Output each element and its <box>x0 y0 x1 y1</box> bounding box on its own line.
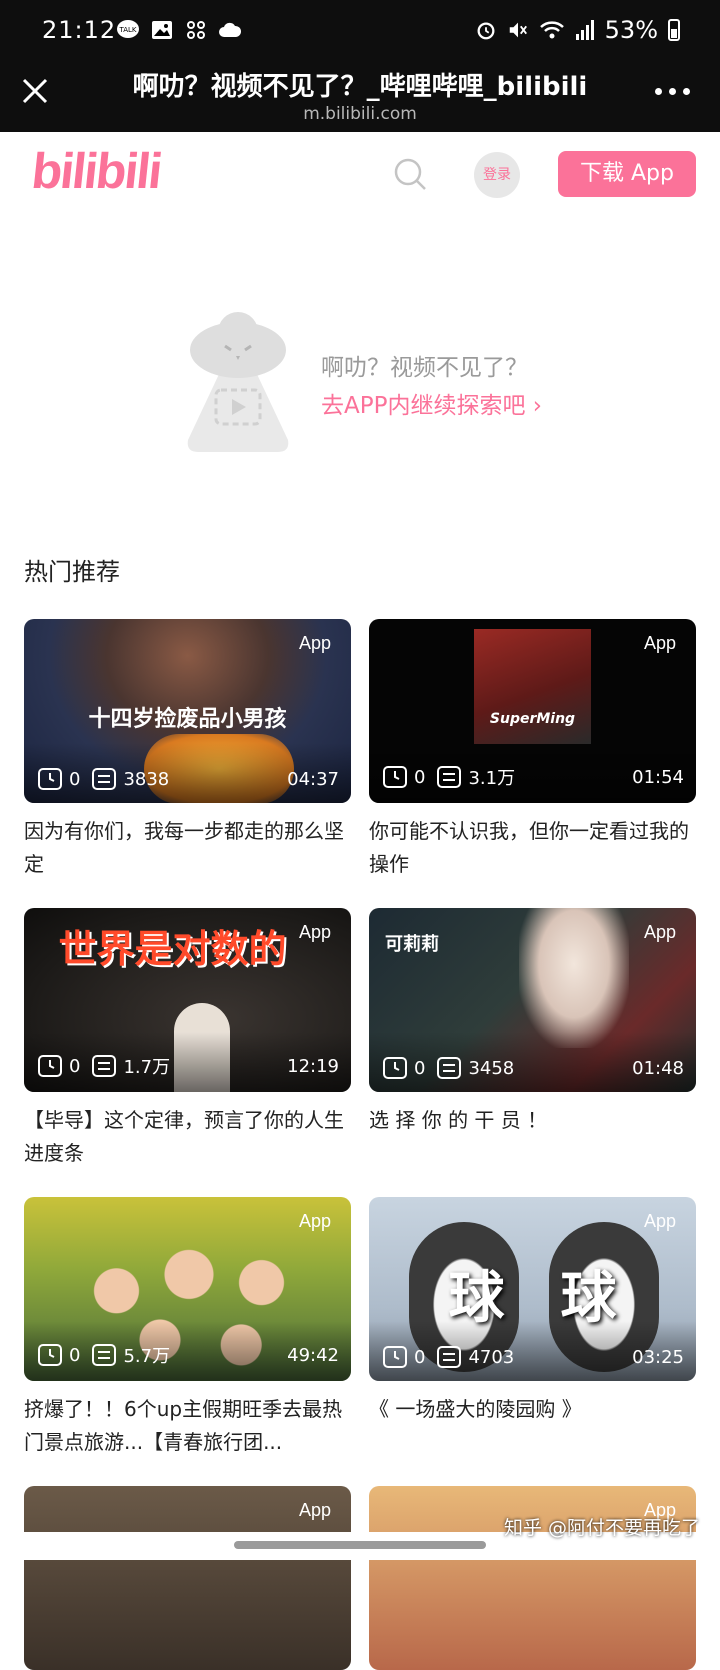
video-duration: 01:54 <box>632 766 684 788</box>
play-count-icon <box>383 766 407 788</box>
play-count: 0 <box>69 768 81 790</box>
mute-icon <box>509 22 527 38</box>
video-stats: 0 4703 03:25 <box>383 1346 684 1368</box>
video-thumbnail[interactable]: 十四岁捡废品小男孩 App 0 3838 04:37 <box>24 619 351 803</box>
video-thumbnail[interactable]: SuperMing App 0 3.1万 01:54 <box>369 619 696 803</box>
open-app-link[interactable]: 去APP内继续探索吧 › <box>321 386 542 420</box>
video-stats: 0 3458 01:48 <box>383 1057 684 1079</box>
danmaku-icon <box>92 1344 117 1366</box>
danmaku-count: 3838 <box>123 768 170 790</box>
battery-icon <box>668 19 680 41</box>
video-thumbnail[interactable]: App 0 5.7万 49:42 <box>24 1197 351 1381</box>
wifi-icon <box>539 21 564 39</box>
image-icon <box>152 21 172 39</box>
svg-text:TALK: TALK <box>118 26 136 34</box>
play-count: 0 <box>414 766 426 788</box>
video-title[interactable]: 【毕导】这个定律，预言了你的人生进度条 <box>24 1104 351 1170</box>
app-badge: App <box>298 1211 331 1231</box>
search-icon[interactable] <box>392 156 428 192</box>
watermark: 知乎 @阿付不要再吃了 <box>503 1517 700 1539</box>
video-card[interactable]: 可莉莉 App 0 3458 01:48 选 择 你 的 干 员 ！ <box>369 908 696 1170</box>
browser-title-bar: 啊叻？视频不见了？_哔哩哔哩_bilibili m.bilibili.com <box>0 62 720 132</box>
video-card[interactable]: SuperMing App 0 3.1万 01:54 你可能不认识我，但你一定看… <box>369 619 696 881</box>
danmaku-icon <box>437 1346 462 1368</box>
video-thumbnail[interactable]: 世界是对数的 App 0 1.7万 12:19 <box>24 908 351 1092</box>
video-title[interactable]: 因为有你们，我每一步都走的那么坚定 <box>24 815 351 881</box>
video-card[interactable]: 世界是对数的 App 0 1.7万 12:19 【毕导】这个定律，预言了你的人生… <box>24 908 351 1170</box>
video-title[interactable]: 《 一场盛大的陵园购 》 <box>369 1393 696 1459</box>
video-thumbnail[interactable]: App <box>24 1486 351 1670</box>
talk-icon: TALK <box>117 20 139 38</box>
alarm-icon <box>477 22 495 40</box>
video-title[interactable]: 选 择 你 的 干 员 ！ <box>369 1104 696 1170</box>
video-card[interactable]: App <box>24 1486 351 1670</box>
thumbnail-caption: 可莉莉 <box>385 934 439 955</box>
empty-message: 啊叻？视频不见了？ <box>321 355 528 381</box>
login-button[interactable]: 登录 <box>474 152 520 198</box>
thumbnail-caption: 世界是对数的 <box>58 927 287 971</box>
app-badge: App <box>643 633 676 653</box>
status-bar: 21:12 TALK 53% <box>0 0 720 62</box>
cloud-icon <box>219 22 242 37</box>
download-app-button[interactable]: 下载 App <box>558 151 696 197</box>
danmaku-icon <box>92 1055 117 1077</box>
play-count-icon <box>38 768 62 790</box>
home-indicator[interactable] <box>234 1541 486 1549</box>
notification-icons: TALK <box>116 18 242 42</box>
video-duration: 12:19 <box>287 1055 339 1077</box>
video-title[interactable]: 你可能不认识我，但你一定看过我的操作 <box>369 815 696 881</box>
section-title: 热门推荐 <box>24 558 120 586</box>
app-badge: App <box>643 1211 676 1231</box>
video-title[interactable]: 挤爆了！！6个up主假期旺季去最热门景点旅游...【青春旅行团... <box>24 1393 351 1459</box>
video-stats: 0 1.7万 12:19 <box>38 1053 339 1079</box>
signal-icon <box>575 20 594 40</box>
video-duration: 01:48 <box>632 1057 684 1079</box>
thumbnail-art <box>519 908 629 1048</box>
video-thumbnail[interactable]: 可莉莉 App 0 3458 01:48 <box>369 908 696 1092</box>
play-count-icon <box>38 1344 62 1366</box>
play-count: 0 <box>69 1344 81 1366</box>
page-title: 啊叻？视频不见了？_哔哩哔哩_bilibili <box>132 72 588 102</box>
app-grid-icon <box>187 21 205 39</box>
empty-mascot-icon <box>187 312 289 452</box>
play-count: 0 <box>414 1057 426 1079</box>
status-time: 21:12 <box>42 16 117 44</box>
danmaku-count: 3.1万 <box>468 768 516 789</box>
play-count-icon <box>383 1057 407 1079</box>
bilibili-logo[interactable]: bilibili <box>29 142 164 200</box>
thumbnail-caption: SuperMing <box>489 711 576 727</box>
play-count-icon <box>38 1055 62 1077</box>
video-duration: 04:37 <box>287 768 339 790</box>
video-card[interactable]: 十四岁捡废品小男孩 App 0 3838 04:37 因为有你们，我每一步都走的… <box>24 619 351 881</box>
danmaku-icon <box>92 768 117 790</box>
site-header: bilibili 登录 下载 App <box>0 132 720 222</box>
play-count: 0 <box>414 1346 426 1368</box>
empty-state: 啊叻？视频不见了？ 去APP内继续探索吧 › <box>178 310 598 460</box>
video-stats: 0 3838 04:37 <box>38 768 339 790</box>
video-card[interactable]: App 0 5.7万 49:42 挤爆了！！6个up主假期旺季去最热门景点旅游.… <box>24 1197 351 1459</box>
video-stats: 0 5.7万 49:42 <box>38 1342 339 1368</box>
danmaku-count: 1.7万 <box>123 1057 171 1078</box>
danmaku-count: 3458 <box>468 1057 515 1079</box>
app-badge: App <box>298 633 331 653</box>
app-badge: App <box>643 922 676 942</box>
more-menu-icon[interactable] <box>655 88 690 95</box>
video-card[interactable]: 球 球 App 0 4703 03:25 《 一场盛大的陵园购 》 <box>369 1197 696 1459</box>
video-thumbnail[interactable]: 球 球 App 0 4703 03:25 <box>369 1197 696 1381</box>
danmaku-count: 5.7万 <box>123 1346 171 1367</box>
thumbnail-caption: 十四岁捡废品小男孩 <box>88 707 287 732</box>
battery-percent: 53% <box>604 16 658 44</box>
video-duration: 49:42 <box>287 1344 339 1366</box>
system-icons: 53% <box>475 16 680 44</box>
app-badge: App <box>298 1500 331 1520</box>
video-stats: 0 3.1万 01:54 <box>383 764 684 790</box>
video-duration: 03:25 <box>632 1346 684 1368</box>
danmaku-icon <box>437 1057 462 1079</box>
play-count: 0 <box>69 1055 81 1077</box>
play-count-icon <box>383 1346 407 1368</box>
danmaku-icon <box>437 766 462 788</box>
danmaku-count: 4703 <box>468 1346 515 1368</box>
app-badge: App <box>298 922 331 942</box>
page-url: m.bilibili.com <box>303 104 417 124</box>
